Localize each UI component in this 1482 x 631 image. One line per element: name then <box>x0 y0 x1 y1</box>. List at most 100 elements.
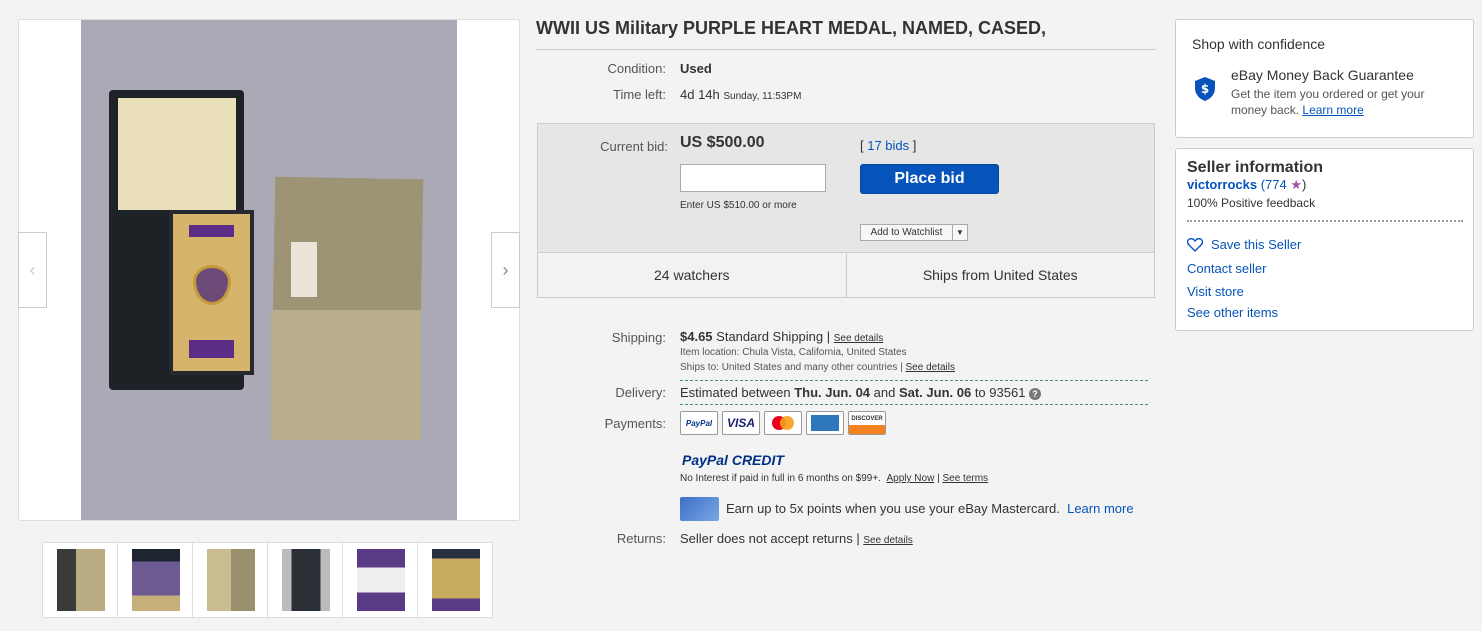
thumbnail-3[interactable] <box>192 542 268 618</box>
thumbnail-image <box>132 549 180 611</box>
shop-with-confidence-panel: Shop with confidence $ eBay Money Back G… <box>1175 19 1474 138</box>
shipping-method: Standard Shipping | <box>712 329 834 344</box>
item-title: WWII US Military PURPLE HEART MEDAL, NAM… <box>536 18 1047 38</box>
contact-seller-link[interactable]: Contact seller <box>1187 261 1266 276</box>
seller-name-link[interactable]: victorrocks <box>1187 177 1257 192</box>
payments-label: Payments: <box>604 416 666 431</box>
photo-box-label <box>291 242 317 297</box>
returns-text: Seller does not accept returns | <box>680 531 864 546</box>
mastercard-learn-more-link[interactable]: Learn more <box>1067 501 1133 516</box>
paypal-credit-offer: No Interest if paid in full in 6 months … <box>680 473 988 484</box>
title-divider <box>536 49 1156 50</box>
no-interest-text: No Interest if paid in full in 6 months … <box>680 473 881 484</box>
thumbnail-1[interactable] <box>42 542 118 618</box>
thumbnail-strip <box>42 542 493 618</box>
visa-icon: VISA <box>722 411 760 435</box>
photo-case-lining <box>118 98 236 210</box>
condition-label: Condition: <box>607 61 666 76</box>
prev-image-arrow[interactable]: ‹ <box>18 232 47 308</box>
mastercard-circles <box>772 416 794 430</box>
ships-to-text: Ships to: United States and many other c… <box>680 362 906 373</box>
thumbnail-image <box>207 549 255 611</box>
mastercard-offer-text: Earn up to 5x points when you use your e… <box>726 501 1060 516</box>
time-left-remaining: 4d 14h <box>680 87 720 102</box>
ebay-mastercard-offer: Earn up to 5x points when you use your e… <box>726 501 1134 516</box>
delivery-mid: and <box>870 385 899 400</box>
save-seller-label[interactable]: Save this Seller <box>1211 237 1301 252</box>
thumbnail-2[interactable] <box>117 542 193 618</box>
thumbnail-image <box>57 549 105 611</box>
bids-count: [ 17 bids ] <box>860 138 916 153</box>
ships-to: Ships to: United States and many other c… <box>680 362 955 373</box>
photo-ribbon-top <box>189 225 234 237</box>
main-item-photo[interactable] <box>81 20 457 520</box>
time-left-value: 4d 14h Sunday, 11:53PM <box>680 87 801 102</box>
thumbnail-4[interactable] <box>267 542 343 618</box>
svg-text:$: $ <box>1201 82 1209 96</box>
photo-ribbon-bottom <box>189 340 234 358</box>
bid-box: Current bid: US $500.00 Enter US $510.00… <box>537 123 1155 298</box>
bids-close: ] <box>909 138 917 153</box>
mastercard-icon <box>764 411 802 435</box>
condition-value: Used <box>680 61 712 76</box>
paypal-credit-word1: PayPal <box>682 452 728 468</box>
current-bid-value: US $500.00 <box>680 134 765 151</box>
help-icon[interactable]: ? <box>1029 387 1042 400</box>
time-left-end: Sunday, 11:53PM <box>723 91 802 102</box>
bid-stats: 24 watchers Ships from United States <box>538 252 1154 297</box>
thumbnail-image <box>432 549 480 611</box>
paypal-icon: PayPal <box>680 411 718 435</box>
see-other-items-link[interactable]: See other items <box>1187 305 1278 320</box>
shipping-summary: $4.65 Standard Shipping | See details <box>680 329 883 344</box>
seller-identity: victorrocks (774 ★) <box>1187 177 1306 193</box>
thumbnail-image <box>357 549 405 611</box>
current-bid-label: Current bid: <box>600 139 668 154</box>
delivery-estimate: Estimated between Thu. Jun. 04 and Sat. … <box>680 385 1042 400</box>
add-to-watchlist-button[interactable]: Add to Watchlist ▼ <box>860 224 968 241</box>
time-left-label: Time left: <box>613 87 666 102</box>
watchers-count: 24 watchers <box>538 253 847 297</box>
paypal-credit-logo: PayPal CREDIT <box>682 452 784 468</box>
bids-count-link[interactable]: 17 bids <box>867 138 909 153</box>
bid-hint: Enter US $510.00 or more <box>680 200 797 211</box>
item-location: Item location: Chula Vista, California, … <box>680 347 907 358</box>
amex-icon <box>806 411 844 435</box>
photo-box-flap <box>271 310 421 440</box>
returns-details-link[interactable]: See details <box>863 535 912 546</box>
shipping-price: $4.65 <box>680 329 713 344</box>
bid-amount-input[interactable] <box>680 164 826 192</box>
chevron-down-icon[interactable]: ▼ <box>952 225 967 240</box>
visit-store-link[interactable]: Visit store <box>1187 284 1244 299</box>
amex-logo <box>811 415 839 431</box>
watchlist-label[interactable]: Add to Watchlist <box>861 225 952 240</box>
next-image-arrow[interactable]: › <box>491 232 520 308</box>
thumbnail-6[interactable] <box>417 542 493 618</box>
shipping-label: Shipping: <box>611 330 666 345</box>
seller-score-close: ) <box>1302 177 1307 192</box>
place-bid-button[interactable]: Place bid <box>860 164 999 194</box>
delivery-label: Delivery: <box>615 385 666 400</box>
star-icon: ★ <box>1290 177 1302 192</box>
returns-label: Returns: <box>616 531 666 546</box>
image-gallery: ‹ › <box>18 19 520 521</box>
mbg-learn-more-link[interactable]: Learn more <box>1302 103 1363 117</box>
money-back-guarantee-title: eBay Money Back Guarantee <box>1231 67 1414 83</box>
delivery-pre: Estimated between <box>680 385 795 400</box>
thumbnail-5[interactable] <box>342 542 418 618</box>
ships-to-details-link[interactable]: See details <box>906 362 955 373</box>
seller-information-panel: Seller information victorrocks (774 ★) 1… <box>1175 148 1474 331</box>
seller-score-link[interactable]: (774 <box>1257 177 1290 192</box>
save-seller-link[interactable]: Save this Seller <box>1187 237 1301 252</box>
seller-divider <box>1187 220 1463 222</box>
delivery-end: Sat. Jun. 06 <box>898 385 972 400</box>
shield-icon: $ <box>1195 77 1215 101</box>
ships-from: Ships from United States <box>922 267 1078 283</box>
shipping-details-link[interactable]: See details <box>834 333 883 344</box>
apply-now-link[interactable]: Apply Now <box>887 473 935 484</box>
see-terms-link[interactable]: See terms <box>942 473 988 484</box>
heart-icon[interactable] <box>1187 237 1203 252</box>
delivery-top-divider <box>680 380 1148 381</box>
money-back-guarantee-text: Get the item you ordered or get your mon… <box>1231 86 1461 118</box>
returns-policy: Seller does not accept returns | See det… <box>680 531 913 546</box>
ebay-mastercard-icon <box>680 497 719 521</box>
